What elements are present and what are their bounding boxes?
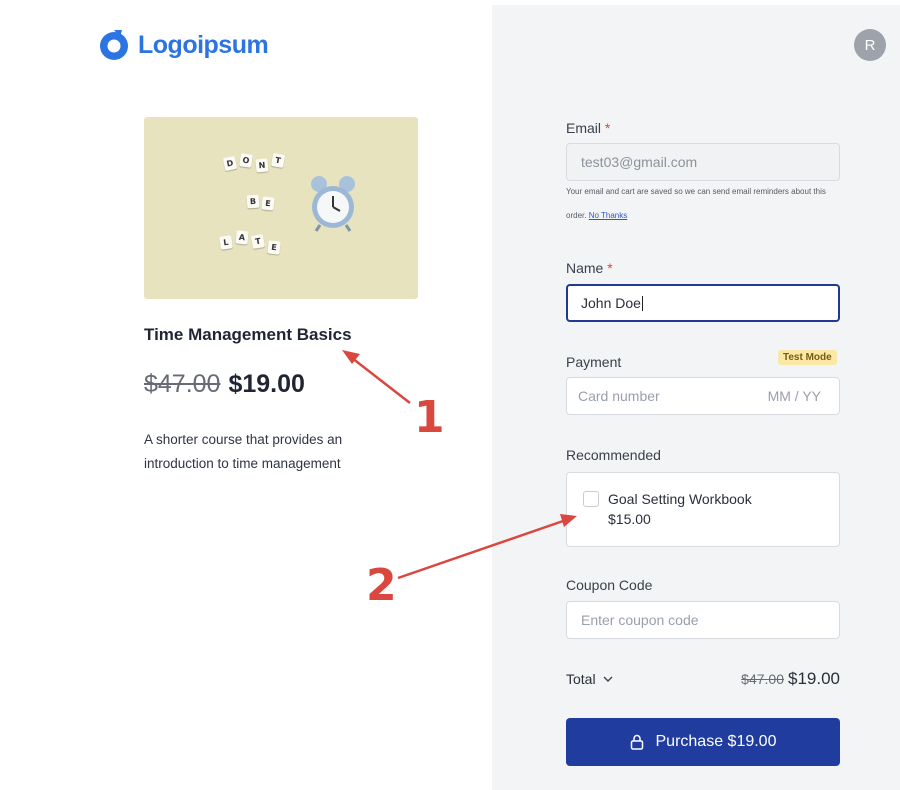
product-description: A shorter course that provides an introd… bbox=[144, 432, 343, 471]
lock-icon bbox=[630, 734, 643, 750]
total-final: $19.00 bbox=[788, 669, 840, 688]
recommended-checkbox[interactable] bbox=[583, 491, 599, 507]
chevron-down-icon bbox=[603, 676, 613, 682]
avatar[interactable]: R bbox=[854, 29, 886, 61]
letter-tile: A bbox=[235, 230, 249, 245]
letter-tile: T bbox=[250, 234, 266, 249]
product-title: Time Management Basics bbox=[144, 325, 352, 344]
card-field[interactable]: Card number MM / YY bbox=[566, 377, 840, 415]
checkout-panel: R Email * test03@gmail.com Your email an… bbox=[492, 5, 900, 790]
name-field[interactable]: John Doe bbox=[566, 284, 840, 322]
recommended-label: Recommended bbox=[566, 447, 661, 463]
purchase-button[interactable]: Purchase $19.00 bbox=[566, 718, 840, 766]
letter-tile: E bbox=[267, 240, 281, 255]
letter-tile: N bbox=[255, 158, 269, 173]
card-expiry-input[interactable]: MM / YY bbox=[768, 388, 821, 404]
email-hint: Your email and cart are saved so we can … bbox=[566, 187, 826, 220]
total-original: $47.00 bbox=[741, 671, 784, 687]
product-image: D O N T B E L A T E bbox=[144, 117, 418, 299]
letter-tile: O bbox=[239, 153, 253, 168]
original-price: $47.00 bbox=[144, 370, 221, 398]
total-toggle[interactable]: Total bbox=[566, 671, 614, 687]
sale-price: $19.00 bbox=[228, 370, 305, 398]
letter-tile: E bbox=[261, 196, 275, 211]
test-mode-badge: Test Mode bbox=[778, 350, 837, 365]
name-label: Name * bbox=[566, 260, 613, 276]
letter-tile: L bbox=[219, 235, 233, 250]
logo-icon bbox=[100, 30, 128, 60]
brand-logo[interactable]: Logoipsum bbox=[96, 27, 269, 63]
brand-name: Logoipsum bbox=[138, 30, 269, 59]
letter-tile: D bbox=[222, 155, 238, 172]
coupon-input[interactable]: Enter coupon code bbox=[566, 601, 840, 639]
payment-label: Payment bbox=[566, 354, 622, 370]
coupon-label: Coupon Code bbox=[566, 577, 653, 593]
letter-tile: B bbox=[246, 194, 260, 209]
text-caret bbox=[641, 295, 643, 311]
email-field[interactable]: test03@gmail.com bbox=[566, 143, 840, 181]
required-mark: * bbox=[607, 260, 613, 276]
no-thanks-link[interactable]: No Thanks bbox=[589, 211, 628, 220]
letter-tile: T bbox=[270, 153, 286, 168]
total-amount: $47.00 $19.00 bbox=[741, 669, 840, 689]
email-label: Email * bbox=[566, 120, 611, 136]
recommended-item-name: Goal Setting Workbook bbox=[608, 491, 752, 507]
product-panel: Logoipsum D O N T B E L A T E Time Manag… bbox=[0, 0, 492, 790]
price-row: $47.00 $19.00 bbox=[144, 370, 305, 399]
required-mark: * bbox=[604, 120, 611, 136]
alarm-clock-icon bbox=[311, 176, 355, 232]
recommended-item[interactable]: Goal Setting Workbook $15.00 bbox=[566, 472, 840, 547]
card-number-input[interactable]: Card number bbox=[578, 388, 660, 404]
recommended-item-price: $15.00 bbox=[608, 511, 651, 527]
